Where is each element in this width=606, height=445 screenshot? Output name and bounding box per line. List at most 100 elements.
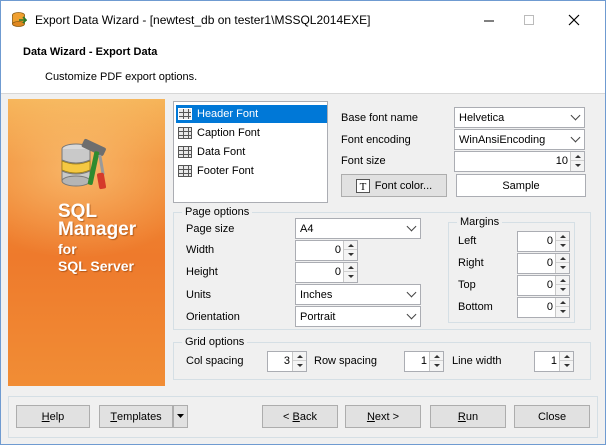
spin-down-button[interactable]: [344, 272, 357, 281]
spin-down-button[interactable]: [556, 241, 569, 250]
list-item-header-font[interactable]: Header Font: [176, 105, 327, 123]
grid-icon: [178, 165, 192, 177]
close-window-button[interactable]: [551, 1, 597, 39]
list-item-caption-font[interactable]: Caption Font: [176, 124, 327, 142]
spin-down-button[interactable]: [556, 307, 569, 316]
arrow-up-icon: [296, 354, 303, 358]
chevron-down-icon: [570, 110, 581, 121]
base-font-select[interactable]: Helvetica: [454, 107, 585, 128]
spin-up-button[interactable]: [571, 152, 584, 161]
units-select[interactable]: Inches: [295, 284, 421, 305]
arrow-up-icon: [559, 278, 566, 282]
export-data-wizard-window: Export Data Wizard - [newtest_db on test…: [0, 0, 606, 445]
arrow-up-icon: [559, 300, 566, 304]
arrow-down-icon: [347, 253, 354, 256]
spin-up-button[interactable]: [556, 276, 569, 285]
back-button[interactable]: < Back: [262, 405, 338, 428]
spin-up-button[interactable]: [344, 241, 357, 250]
base-font-label: Base font name: [341, 112, 419, 124]
product-banner: SQL Manager for SQL Server: [8, 99, 165, 386]
font-sample-preview: Sample: [456, 174, 586, 197]
font-size-label: Font size: [341, 155, 386, 167]
grid-icon: [178, 127, 192, 139]
font-type-list[interactable]: Header Font Caption Font Data Font Foote…: [173, 101, 328, 203]
row-spacing-label: Row spacing: [314, 355, 377, 367]
page-options-title: Page options: [182, 206, 253, 218]
page-size-select[interactable]: A4: [295, 218, 421, 239]
arrow-up-icon: [347, 265, 354, 269]
product-name: SQL Manager for SQL Server: [58, 201, 137, 274]
spin-up-button[interactable]: [430, 352, 443, 361]
col-spacing-spinner[interactable]: 3: [267, 351, 307, 372]
maximize-icon: [523, 14, 534, 25]
margin-left-label: Left: [458, 235, 477, 247]
arrow-down-icon: [559, 244, 566, 247]
row-spacing-spinner[interactable]: 1: [404, 351, 444, 372]
spin-up-button[interactable]: [556, 298, 569, 307]
width-spinner[interactable]: 0: [295, 240, 358, 261]
arrow-up-icon: [559, 234, 566, 238]
database-tools-logo-icon: [61, 138, 107, 190]
spin-up-button[interactable]: [556, 254, 569, 263]
list-item-data-font[interactable]: Data Font: [176, 143, 327, 161]
spin-up-button[interactable]: [560, 352, 573, 361]
arrow-down-icon: [574, 164, 581, 167]
margin-bottom-spinner[interactable]: 0: [517, 297, 570, 318]
title-bar: Export Data Wizard - [newtest_db on test…: [1, 1, 605, 39]
spin-down-button[interactable]: [293, 361, 306, 370]
arrow-up-icon: [559, 256, 566, 260]
orientation-label: Orientation: [186, 311, 240, 323]
font-color-button[interactable]: T Font color...: [341, 174, 447, 197]
run-button[interactable]: Run: [430, 405, 506, 428]
page-size-label: Page size: [186, 223, 235, 235]
arrow-down-icon: [563, 364, 570, 367]
help-button[interactable]: Help: [16, 405, 90, 428]
margin-top-spinner[interactable]: 0: [517, 275, 570, 296]
height-label: Height: [186, 266, 218, 278]
margins-title: Margins: [457, 216, 503, 228]
font-encoding-select[interactable]: WinAnsiEncoding: [454, 129, 585, 150]
arrow-down-icon: [347, 275, 354, 278]
margin-top-label: Top: [458, 279, 476, 291]
arrow-up-icon: [347, 243, 354, 247]
margin-left-spinner[interactable]: 0: [517, 231, 570, 252]
units-label: Units: [186, 289, 212, 301]
arrow-down-icon: [559, 310, 566, 313]
spin-up-button[interactable]: [344, 263, 357, 272]
next-button[interactable]: Next >: [345, 405, 421, 428]
templates-dropdown-button[interactable]: [173, 405, 188, 428]
col-spacing-label: Col spacing: [186, 355, 244, 367]
grid-options-title: Grid options: [182, 336, 248, 348]
arrow-down-icon: [559, 266, 566, 269]
spin-down-button[interactable]: [556, 285, 569, 294]
margin-right-spinner[interactable]: 0: [517, 253, 570, 274]
spin-down-button[interactable]: [430, 361, 443, 370]
orientation-select[interactable]: Portrait: [295, 306, 421, 327]
arrow-up-icon: [563, 354, 570, 358]
spin-up-button[interactable]: [293, 352, 306, 361]
arrow-down-icon: [433, 364, 440, 367]
spin-down-button[interactable]: [560, 361, 573, 370]
arrow-down-icon: [559, 288, 566, 291]
line-width-spinner[interactable]: 1: [534, 351, 574, 372]
chevron-down-icon: [406, 221, 417, 232]
close-button[interactable]: Close: [514, 405, 590, 428]
spin-up-button[interactable]: [556, 232, 569, 241]
minimize-icon: [483, 20, 494, 21]
window-title: Export Data Wizard - [newtest_db on test…: [35, 13, 371, 27]
font-color-icon: T: [355, 178, 370, 193]
templates-button[interactable]: Templates: [99, 405, 173, 428]
app-icon: [12, 12, 27, 27]
width-label: Width: [186, 244, 215, 256]
maximize-button[interactable]: [506, 1, 552, 39]
height-spinner[interactable]: 0: [295, 262, 358, 283]
arrow-up-icon: [574, 154, 581, 158]
spin-down-button[interactable]: [344, 250, 357, 259]
grid-icon: [178, 108, 192, 120]
spin-down-button[interactable]: [571, 161, 584, 170]
margin-bottom-label: Bottom: [458, 301, 493, 313]
chevron-down-icon: [406, 287, 417, 298]
font-size-spinner[interactable]: 10: [454, 151, 585, 172]
list-item-footer-font[interactable]: Footer Font: [176, 162, 327, 180]
spin-down-button[interactable]: [556, 263, 569, 272]
